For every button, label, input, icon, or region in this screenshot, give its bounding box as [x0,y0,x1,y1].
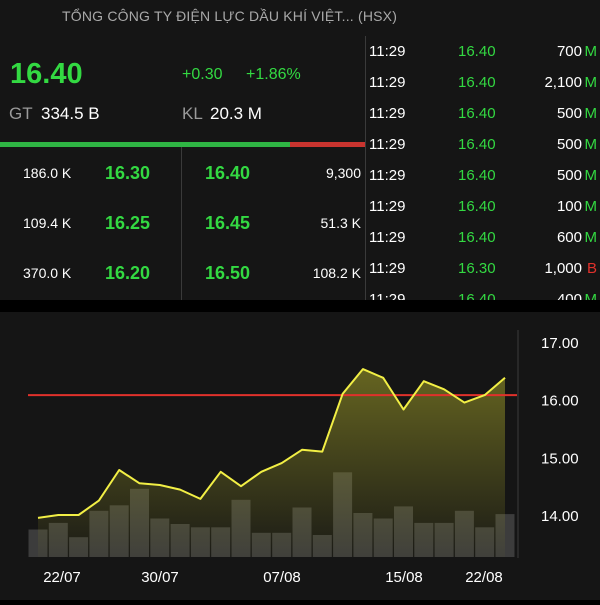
trade-side: M [584,167,598,184]
x-tick-label: 22/07 [43,569,81,586]
price-chart-panel: 17.00 16.00 15.00 14.00 22/07 30/07 07/08 15/0… [0,312,600,600]
trade-volume: 1,000 [544,260,582,277]
trade-time: 11:29 [369,198,406,215]
stock-title[interactable]: TỔNG CÔNG TY ĐIỆN LỰC DẦU KHÍ VIỆT... (H… [62,8,397,24]
ask-volume: 9,300 [325,165,361,181]
trade-row: 11:29 16.40 600 M [366,229,600,257]
trade-price: 16.40 [458,229,496,246]
x-tick-label: 22/08 [465,569,503,586]
kl-value: 20.3 M [210,104,262,123]
trade-time: 11:29 [369,136,406,153]
quote-panel: 16.40 +0.30 +1.86% GT 334.5 B KL 20.3 M … [0,36,365,300]
trade-volume: 100 [556,198,582,215]
x-tick-label: 07/08 [263,569,301,586]
price-change: +0.30 [182,66,223,83]
trade-time: 11:29 [369,167,406,184]
trade-price: 16.40 [458,74,496,91]
y-tick-label: 17.00 [541,335,579,352]
kl-label: KL [182,104,203,123]
trade-price: 16.40 [458,291,496,300]
price-chart: 17.00 16.00 15.00 14.00 22/07 30/07 07/08 15/0… [28,330,579,586]
trade-side: M [584,136,598,153]
y-tick-label: 16.00 [541,393,579,410]
trade-side: M [584,105,598,122]
trade-price: 16.40 [458,198,496,215]
trade-row: 11:29 16.40 500 M [366,136,600,164]
trade-side: M [584,229,598,246]
trade-log-panel[interactable]: 11:29 16.40 700 M 11:29 16.40 2,100 M 11:29 16.40… [365,36,600,300]
trade-price: 16.40 [458,105,496,122]
trade-volume: 500 [556,105,582,122]
bid-volume: 109.4 K [23,215,72,231]
trade-time: 11:29 [369,74,406,91]
ask-volume: 108.2 K [312,265,361,281]
price-area [38,369,505,557]
x-tick-label: 30/07 [141,569,179,586]
y-tick-label: 14.00 [541,508,579,525]
trade-row: 11:29 16.40 500 M [366,167,600,195]
trade-price: 16.30 [458,260,496,277]
trade-time: 11:29 [369,260,406,277]
trade-time: 11:29 [369,291,406,300]
trade-time: 11:29 [369,105,406,122]
bid-volume: 186.0 K [23,165,72,181]
gt-value: 334.5 B [41,104,100,123]
bid-price[interactable]: 16.25 [105,213,150,234]
bid-price[interactable]: 16.30 [105,163,150,184]
sell-ratio-bar [290,142,365,147]
trade-volume: 500 [556,136,582,153]
trade-row: 11:29 16.40 400 M [366,291,600,300]
trade-row: 11:29 16.40 700 M [366,43,600,71]
trade-price: 16.40 [458,136,496,153]
trade-side: M [584,291,598,300]
x-tick-label: 15/08 [385,569,423,586]
trade-time: 11:29 [369,229,406,246]
trade-side: M [584,198,598,215]
gt-label: GT [9,104,33,123]
trade-row: 11:29 16.40 100 M [366,198,600,226]
trade-volume: 2,100 [544,74,582,91]
ask-price[interactable]: 16.50 [205,263,250,284]
trade-volume: 700 [556,43,582,60]
trade-row: 11:29 16.40 500 M [366,105,600,133]
ask-volume: 51.3 K [320,215,361,231]
ask-price[interactable]: 16.45 [205,213,250,234]
orderbook-divider [181,147,182,300]
ask-price[interactable]: 16.40 [205,163,250,184]
header-bar: TỔNG CÔNG TY ĐIỆN LỰC DẦU KHÍ VIỆT... (H… [0,0,600,36]
trade-price: 16.40 [458,43,496,60]
buy-ratio-bar [0,142,290,147]
last-price: 16.40 [10,58,83,90]
trade-row: 11:29 16.30 1,000 B [366,260,600,288]
trade-volume: 500 [556,167,582,184]
trade-volume: 600 [556,229,582,246]
trade-volume: 400 [556,291,582,300]
bid-volume: 370.0 K [23,265,72,281]
trade-price: 16.40 [458,167,496,184]
trade-side: M [584,74,598,91]
trade-row: 11:29 16.40 2,100 M [366,74,600,102]
price-change-percent: +1.86% [246,66,301,83]
trade-time: 11:29 [369,43,406,60]
trade-side: B [586,260,597,277]
trade-side: M [584,43,598,60]
bid-price[interactable]: 16.20 [105,263,150,284]
y-tick-label: 15.00 [541,450,579,467]
section-gap [0,300,600,312]
